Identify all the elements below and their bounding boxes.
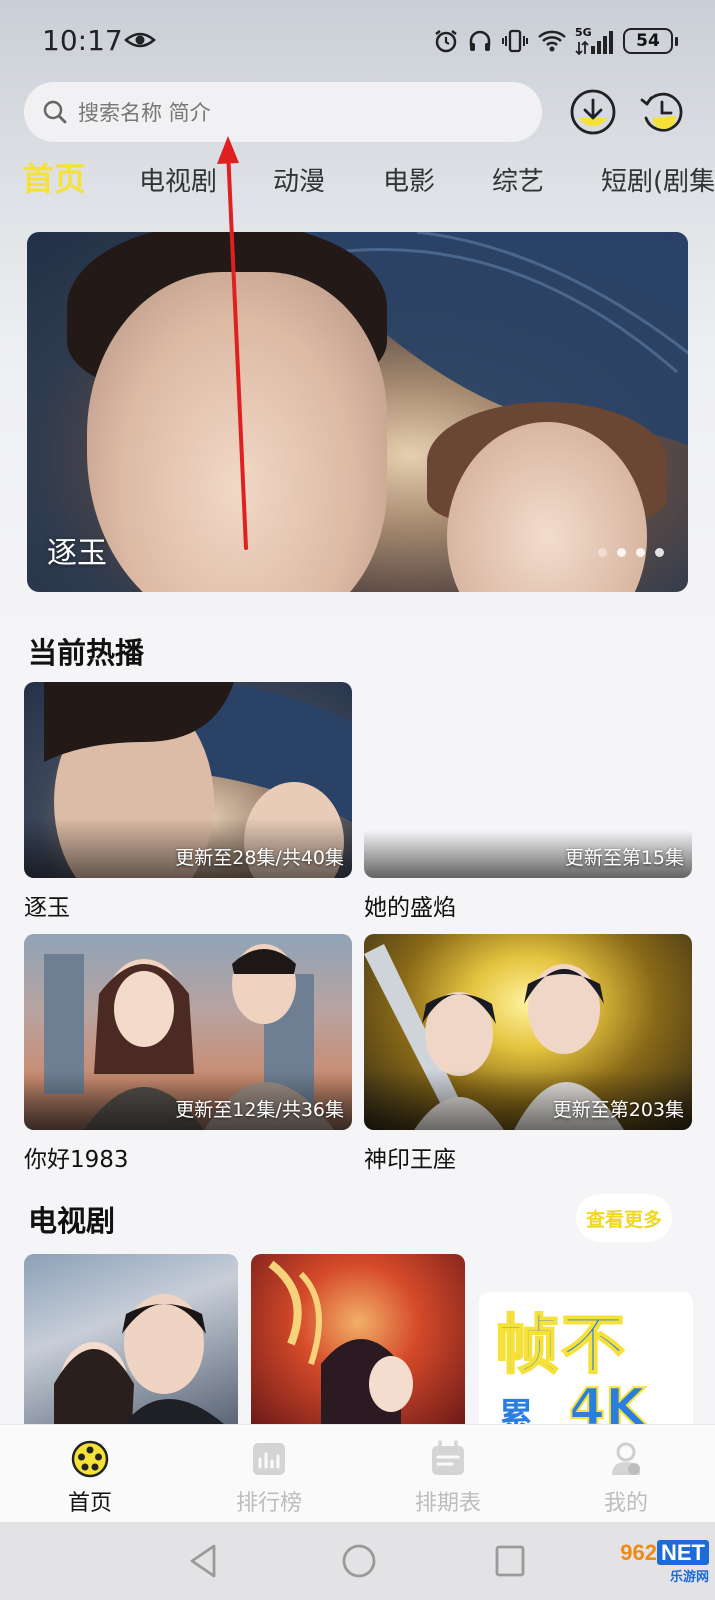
status-bar: 10:17 5G 54 [0, 0, 715, 80]
battery-indicator: 54 [623, 28, 678, 54]
tab-tv-series[interactable]: 电视剧 [139, 160, 217, 204]
ad-4k: 4K [568, 1377, 646, 1424]
hot-card[interactable]: 更新至28集/共40集 逐玉 [24, 682, 352, 922]
search-icon [43, 100, 67, 124]
poster-art [54, 1294, 224, 1424]
card-title: 逐玉 [24, 895, 70, 921]
bottom-nav: 首页 排行榜 排期表 我的 [0, 1424, 715, 1522]
hot-card[interactable]: 更新至12集/共36集 你好1983 [24, 934, 352, 1174]
wifi-icon [538, 30, 566, 52]
hot-card[interactable]: 更新至第15集 她的盛焰 [364, 682, 692, 922]
nav-profile-label: 我的 [603, 1491, 648, 1516]
chart-icon [253, 1443, 285, 1475]
banner-dot[interactable] [617, 548, 626, 557]
vibrate-icon [502, 29, 528, 53]
watermark-sub: 乐游网 [669, 1569, 709, 1584]
ad-subtext: 累 [499, 1396, 533, 1424]
nav-home-label: 首页 [67, 1491, 112, 1516]
banner-figure-face [87, 272, 387, 592]
nav-profile[interactable]: 我的 [561, 1425, 691, 1523]
card-thumbnail: 更新至第15集 [364, 682, 692, 878]
tv-poster[interactable] [24, 1254, 238, 1424]
card-thumbnail: 更新至28集/共40集 [24, 682, 352, 878]
category-tabs: 首页 电视剧 动漫 电影 综艺 短剧(剧集 [0, 160, 715, 210]
view-more-button[interactable]: 查看更多 [576, 1194, 672, 1242]
calendar-icon [432, 1440, 464, 1475]
card-update-status: 更新至第203集 [552, 1099, 684, 1121]
nav-home[interactable]: 首页 [25, 1425, 155, 1523]
cellular-signal: 5G [575, 26, 615, 56]
history-icon[interactable] [638, 88, 686, 136]
nav-ranking-label: 排行榜 [235, 1491, 302, 1516]
back-icon[interactable] [186, 1542, 222, 1580]
download-icon[interactable] [569, 88, 617, 136]
signal-icon [575, 31, 613, 56]
banner-pagination [598, 548, 664, 557]
tab-home[interactable]: 首页 [22, 157, 86, 201]
card-thumbnail: 更新至第203集 [364, 934, 692, 1130]
tv-poster[interactable] [251, 1254, 465, 1424]
card-title: 你好1983 [24, 1147, 129, 1173]
tv-poster-ad[interactable]: 帧不 累 4K [479, 1292, 693, 1424]
watermark-net: NET [657, 1540, 709, 1565]
hot-section-title: 当前热播 [28, 636, 145, 670]
alarm-icon [435, 30, 457, 53]
card-update-status: 更新至12集/共36集 [175, 1099, 344, 1121]
tab-anime[interactable]: 动漫 [273, 160, 325, 204]
search-bar[interactable]: 搜索名称 简介 [24, 82, 542, 142]
nav-ranking[interactable]: 排行榜 [204, 1425, 334, 1523]
banner-dot[interactable] [655, 548, 664, 557]
poster-art [268, 1260, 413, 1424]
tab-short-drama[interactable]: 短剧(剧集 [601, 160, 715, 204]
tv-section-title: 电视剧 [28, 1204, 116, 1238]
status-icons: 5G 54 [433, 24, 678, 58]
card-thumbnail: 更新至12集/共36集 [24, 934, 352, 1130]
nav-schedule[interactable]: 排期表 [383, 1425, 513, 1523]
tab-variety[interactable]: 综艺 [492, 160, 544, 204]
hot-card[interactable]: 更新至第203集 神印王座 [364, 934, 692, 1174]
watermark-logo: 962 [620, 1540, 657, 1565]
banner-dot[interactable] [598, 548, 607, 557]
system-navigation-bar [0, 1522, 715, 1600]
card-title: 神印王座 [364, 1147, 456, 1173]
card-title: 她的盛焰 [364, 895, 456, 921]
hero-banner[interactable]: 逐玉 [27, 232, 688, 592]
home-circle-icon[interactable] [340, 1542, 378, 1580]
card-update-status: 更新至28集/共40集 [175, 847, 344, 869]
headphones-icon [469, 30, 491, 51]
card-update-status: 更新至第15集 [564, 847, 684, 869]
search-placeholder: 搜索名称 简介 [78, 101, 211, 125]
status-time: 10:17 [42, 24, 123, 57]
banner-dot[interactable] [636, 548, 645, 557]
eye-icon [124, 32, 156, 48]
recents-icon[interactable] [492, 1542, 528, 1580]
battery-level: 54 [636, 31, 660, 51]
ad-headline: 帧不 [494, 1309, 627, 1383]
film-reel-icon [71, 1440, 109, 1478]
tab-movies[interactable]: 电影 [383, 160, 435, 204]
nav-schedule-label: 排期表 [414, 1491, 481, 1516]
profile-icon [612, 1442, 640, 1475]
banner-title: 逐玉 [47, 536, 107, 571]
watermark: 962 NET 乐游网 [620, 1540, 709, 1585]
